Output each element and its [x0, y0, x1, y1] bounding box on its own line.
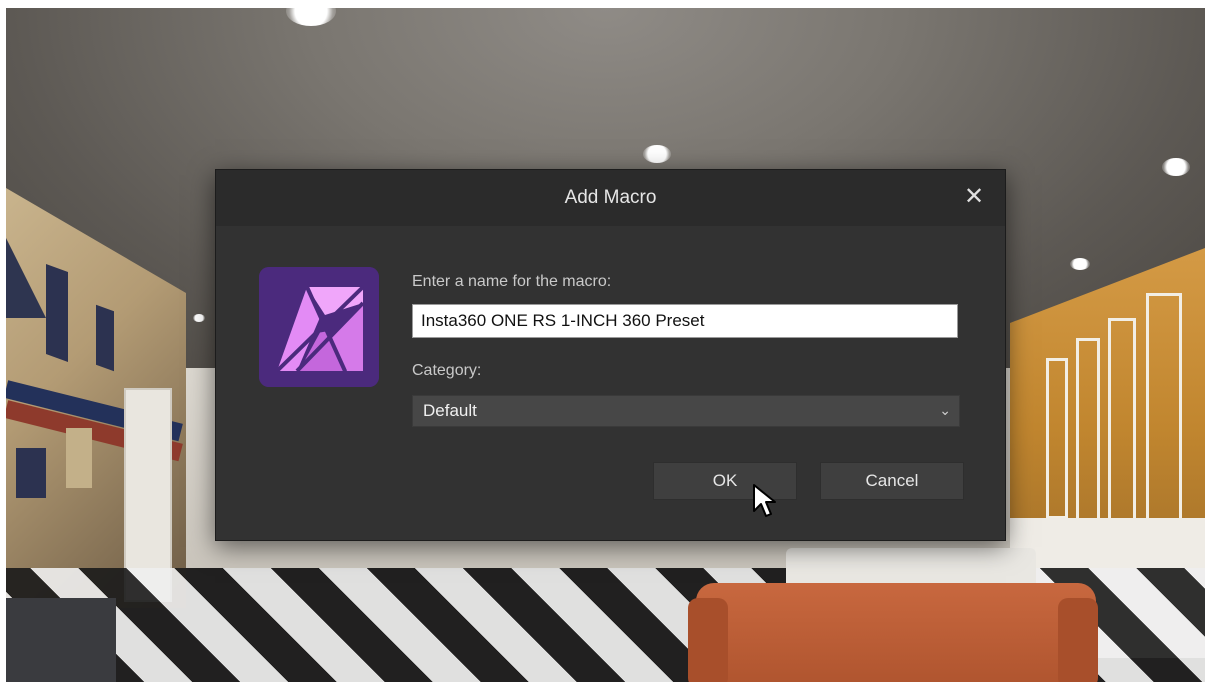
ceiling-light	[1070, 258, 1090, 270]
cancel-button[interactable]: Cancel	[820, 462, 964, 500]
wall-panel	[1076, 338, 1100, 524]
cancel-label: Cancel	[865, 471, 919, 490]
mouse-pointer-icon	[752, 483, 778, 519]
sofa-arm	[688, 598, 728, 682]
wall-pattern	[66, 428, 92, 488]
ceiling-light	[1162, 158, 1190, 176]
ceiling-light	[643, 145, 671, 163]
close-icon: ✕	[963, 183, 985, 210]
counter	[6, 598, 116, 682]
sofa-arm	[1058, 598, 1098, 682]
affinity-photo-icon	[259, 267, 379, 387]
ceiling-light	[193, 314, 205, 322]
sofa	[696, 583, 1096, 682]
wall-panel	[1108, 318, 1136, 529]
name-label: Enter a name for the macro:	[412, 273, 612, 290]
wall-pattern	[96, 304, 114, 372]
wall-panel	[1046, 358, 1068, 519]
macro-name-input[interactable]	[412, 304, 958, 338]
wall-pattern	[16, 448, 46, 498]
category-value: Default	[423, 401, 477, 420]
dialog-title: Add Macro	[564, 187, 657, 208]
wall-pattern	[46, 263, 68, 363]
wall-pattern	[6, 238, 46, 318]
chevron-down-icon: ⌄	[939, 402, 951, 418]
add-macro-dialog: Add Macro ✕ Enter a name for the macro: …	[215, 169, 1006, 541]
dialog-title-bar: Add Macro ✕	[216, 170, 1005, 226]
wall-panel	[1146, 293, 1182, 534]
category-select[interactable]: Default ⌄	[412, 395, 960, 427]
close-button[interactable]: ✕	[961, 184, 987, 210]
ok-label: OK	[712, 471, 738, 490]
category-label: Category:	[412, 362, 482, 379]
